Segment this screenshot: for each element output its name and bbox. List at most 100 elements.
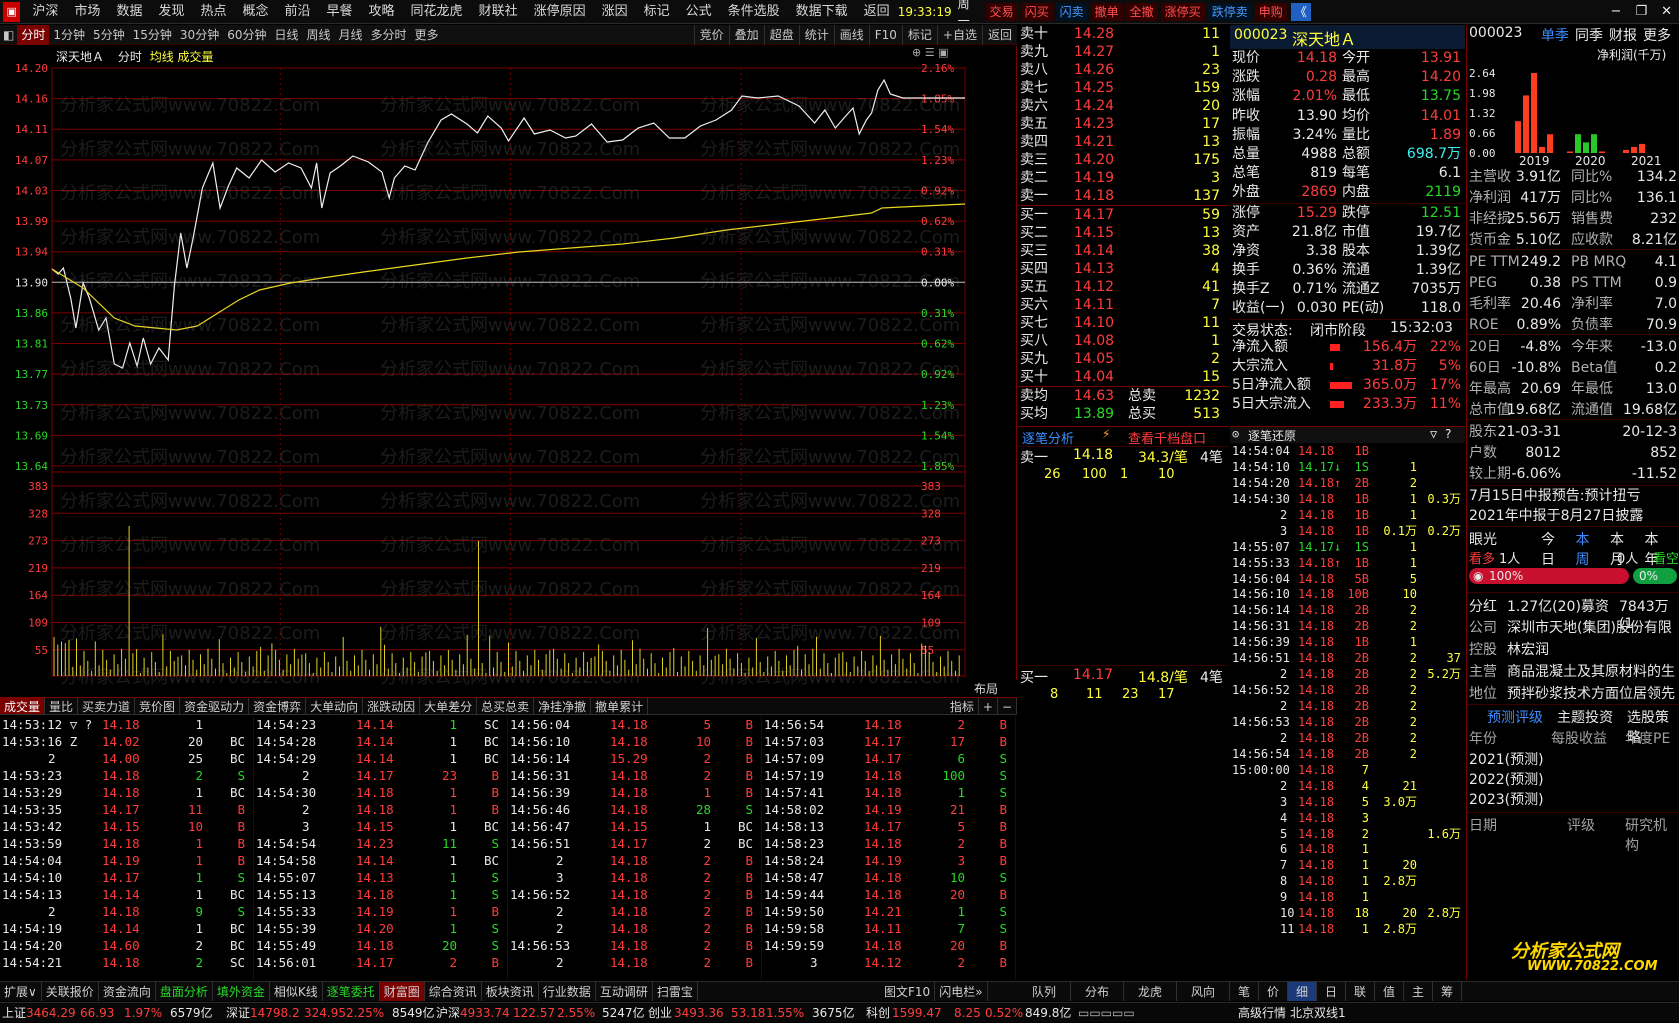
tick-row[interactable]: 14:57:03 14.17 17 B bbox=[762, 733, 1015, 750]
trade-button-3[interactable]: 撤单 bbox=[1090, 2, 1123, 21]
tick-row[interactable]: 14:58:47 14.18 10 S bbox=[762, 869, 1015, 886]
menu-item-9[interactable]: 同花龙虎 bbox=[403, 0, 471, 24]
restore-row[interactable]: 2 14.18 2B 2 bbox=[1230, 730, 1465, 746]
period-tab-9[interactable]: 多分时 bbox=[367, 25, 411, 45]
bottom-tab[interactable]: 相似K线 bbox=[270, 982, 323, 1001]
f10-tab-1[interactable]: 同季 bbox=[1575, 25, 1603, 45]
tick-row[interactable]: 14:54:20 14.60 2 BC bbox=[0, 937, 253, 954]
tick-row[interactable]: 14:54:58 14.14 1 BC bbox=[254, 852, 507, 869]
indicator-tab-2[interactable]: 买卖力道 bbox=[78, 698, 136, 714]
restore-row[interactable]: 14:54:04 14.18 1B bbox=[1230, 443, 1465, 459]
chart-canvas[interactable]: 14.20 2.16% 14.16 1.85% 14.11 1.54% 14.07 1.23%… bbox=[0, 46, 1017, 680]
tick-row[interactable]: 2 14.18 2 B bbox=[508, 852, 761, 869]
bottom-tab[interactable]: 龙虎 bbox=[1124, 982, 1177, 1001]
tick-row[interactable]: 14:55:39 14.20 1 S bbox=[254, 920, 507, 937]
bid-row[interactable]: 买五 14.12 41 bbox=[1018, 278, 1228, 296]
tick-row[interactable]: 14:56:46 14.18 28 S bbox=[508, 801, 761, 818]
menu-item-1[interactable]: 市场 bbox=[66, 0, 108, 24]
restore-row[interactable]: 15:00:00 14.18 7 bbox=[1230, 762, 1465, 778]
tick-row[interactable]: 2 14.18 2 B bbox=[508, 954, 761, 971]
restore-row[interactable]: 14:56:54 14.18 2B 2 bbox=[1230, 746, 1465, 762]
menu-item-15[interactable]: 条件选股 bbox=[720, 0, 788, 24]
bottom-tab[interactable]: 板块资讯 bbox=[482, 982, 539, 1001]
chart-tool-2[interactable]: 超盘 bbox=[763, 24, 799, 45]
bottom-tab[interactable]: 盘面分析 bbox=[156, 982, 213, 1001]
tick-row[interactable]: 14:56:47 14.15 1 BC bbox=[508, 818, 761, 835]
period-tab-6[interactable]: 日线 bbox=[270, 25, 302, 45]
trade-button-0[interactable]: 交易 bbox=[985, 2, 1018, 21]
indicator-tab-5[interactable]: 资金博弈 bbox=[249, 698, 307, 714]
ask-row[interactable]: 卖八 14.26 23 bbox=[1018, 61, 1228, 79]
bottom-tab[interactable]: 关联报价 bbox=[42, 982, 99, 1001]
indicator-tab-11[interactable]: 撤单累计 bbox=[591, 698, 649, 714]
bottom-tab[interactable]: 逐笔委托 bbox=[323, 982, 380, 1001]
restore-row[interactable]: 14:56:53 14.18 2B 2 bbox=[1230, 714, 1465, 730]
tick-table[interactable]: 14:53:12 ▽ ? 14.18 1 14:53:16 Z 14.02 20 BC 2 14… bbox=[0, 716, 1017, 980]
tab-tick-analysis[interactable]: 逐笔分析 bbox=[1022, 428, 1074, 447]
menu-item-8[interactable]: 攻略 bbox=[361, 0, 403, 24]
tab-thousand-depth[interactable]: 查看千档盘口 bbox=[1128, 428, 1206, 447]
tick-row[interactable]: 14:54:13 14.14 1 BC bbox=[0, 886, 253, 903]
tick-row[interactable]: 14:56:31 14.18 2 B bbox=[508, 767, 761, 784]
bottom-tab[interactable]: 扩展∨ bbox=[0, 982, 42, 1001]
tick-row[interactable]: 14:53:42 14.15 10 B bbox=[0, 818, 253, 835]
ask-row[interactable]: 卖十 14.28 11 bbox=[1018, 25, 1228, 43]
bottom-tab[interactable]: 综合资讯 bbox=[425, 982, 482, 1001]
indicator-action-0[interactable]: 指标 bbox=[946, 698, 979, 714]
tick-row[interactable]: 14:56:01 14.17 2 B bbox=[254, 954, 507, 971]
restore-row[interactable]: 3 14.18 1B 0.1万 0.2万 bbox=[1230, 523, 1465, 539]
tick-restore[interactable]: ⊙ 逐笔还原 ▽ ? 14:54:04 14.18 1B 14:54:10 14.17↓… bbox=[1230, 426, 1465, 980]
menu-item-7[interactable]: 早餐 bbox=[319, 0, 361, 24]
period-tab-0[interactable]: 分时 bbox=[17, 24, 50, 45]
restore-row[interactable]: 2 14.18 2B 2 5.2万 bbox=[1230, 666, 1465, 682]
trade-button-6[interactable]: 跌停卖 bbox=[1207, 2, 1252, 21]
tick-row[interactable]: 14:57:09 14.17 6 S bbox=[762, 750, 1015, 767]
trade-button-2[interactable]: 闪卖 bbox=[1055, 2, 1088, 21]
tick-row[interactable]: 14:56:14 15.29 2 B bbox=[508, 750, 761, 767]
chart-tool-0[interactable]: 竞价 bbox=[693, 24, 729, 45]
bid-row[interactable]: 买九 14.05 2 bbox=[1018, 350, 1228, 368]
restore-row[interactable]: 14:56:10 14.18 10B 10 bbox=[1230, 586, 1465, 602]
tick-row[interactable]: 14:55:07 14.13 1 S bbox=[254, 869, 507, 886]
tick-row[interactable]: 2 14.18 2 B bbox=[508, 903, 761, 920]
indicator-tab-8[interactable]: 大单差分 bbox=[420, 698, 478, 714]
restore-row[interactable]: 7 14.18 1 20 bbox=[1230, 857, 1465, 873]
ask-row[interactable]: 卖三 14.20 175 bbox=[1018, 151, 1228, 169]
trade-button-1[interactable]: 闪买 bbox=[1020, 2, 1053, 21]
indicator-tab-4[interactable]: 资金驱动力 bbox=[180, 698, 250, 714]
tick-row[interactable]: 14:54:54 14.23 11 S bbox=[254, 835, 507, 852]
period-tab-4[interactable]: 30分钟 bbox=[176, 25, 223, 45]
tick-row[interactable]: 14:54:23 14.14 1 SC bbox=[254, 716, 507, 733]
collapse-icon[interactable]: 《 bbox=[1290, 2, 1311, 21]
tick-row[interactable]: 3 14.18 2 B bbox=[508, 869, 761, 886]
tick-row[interactable]: 14:54:21 14.18 2 SC bbox=[0, 954, 253, 971]
period-tab-2[interactable]: 5分钟 bbox=[89, 25, 129, 45]
tick-row[interactable]: 14:59:58 14.11 7 S bbox=[762, 920, 1015, 937]
chart-window-icons[interactable]: ⊕ ☰ ▣ bbox=[912, 46, 948, 59]
ask-row[interactable]: 卖二 14.19 3 bbox=[1018, 169, 1228, 187]
tick-row[interactable]: 14:56:39 14.18 1 B bbox=[508, 784, 761, 801]
tick-row[interactable]: 14:54:30 14.18 1 B bbox=[254, 784, 507, 801]
tick-row[interactable]: 2 14.17 23 B bbox=[254, 767, 507, 784]
trade-button-7[interactable]: 申购 bbox=[1254, 2, 1287, 21]
indicator-tab-1[interactable]: 量比 bbox=[45, 698, 79, 714]
bid-row[interactable]: 买三 14.14 38 bbox=[1018, 242, 1228, 260]
tick-row[interactable]: 2 14.18 9 S bbox=[0, 903, 253, 920]
menu-item-10[interactable]: 财联社 bbox=[471, 0, 526, 24]
indicator-tab-9[interactable]: 总买总卖 bbox=[477, 698, 535, 714]
bottom-tab[interactable]: 资金流向 bbox=[99, 982, 156, 1001]
indicator-action-2[interactable]: − bbox=[998, 698, 1017, 714]
indicator-tab-7[interactable]: 涨跌动因 bbox=[363, 698, 421, 714]
tick-row[interactable]: 2 14.00 25 BC bbox=[0, 750, 253, 767]
restore-row[interactable]: 11 14.18 1 2.8万 bbox=[1230, 921, 1465, 937]
chart-tool-5[interactable]: F10 bbox=[868, 24, 902, 45]
indicator-tab-10[interactable]: 净挂净撤 bbox=[534, 698, 592, 714]
app-logo-icon[interactable]: ▣ bbox=[3, 1, 21, 22]
tick-row[interactable]: 14:57:41 14.18 1 S bbox=[762, 784, 1015, 801]
period-tab-1[interactable]: 1分钟 bbox=[49, 25, 89, 45]
restore-row[interactable]: 14:54:20 14.18↑ 2B 2 bbox=[1230, 475, 1465, 491]
bid-row[interactable]: 买一 14.17 59 bbox=[1018, 206, 1228, 224]
restore-row[interactable]: 14:56:31 14.18 2B 2 bbox=[1230, 618, 1465, 634]
bottom-tab[interactable]: 联 bbox=[1346, 982, 1375, 1001]
tick-row[interactable]: 14:59:59 14.18 20 B bbox=[762, 937, 1015, 954]
